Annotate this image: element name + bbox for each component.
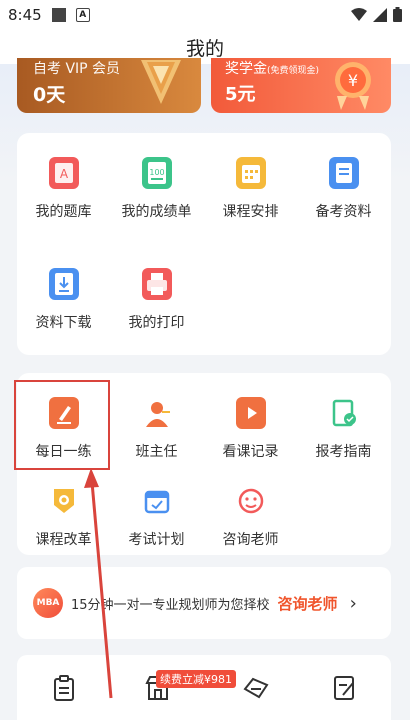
yen-medal-icon: ¥ <box>335 62 371 110</box>
score-report-icon: 100 <box>141 157 172 189</box>
question-bank-icon: A <box>48 157 79 189</box>
grid-item-exam-guide[interactable]: 报考指南 <box>297 397 390 461</box>
page-title: 我的 <box>185 37 224 60</box>
grid-label: 看课记录 <box>222 444 279 460</box>
exam-guide-icon <box>329 397 359 429</box>
grid-item-daily-practice[interactable]: 每日一练 <box>17 397 110 461</box>
exam-plan-icon <box>142 485 172 517</box>
signal-icon <box>373 7 387 22</box>
wifi-icon <box>351 7 367 21</box>
grid-label: 我的成绩单 <box>121 204 192 220</box>
grid-item-course-schedule[interactable]: 课程安排 <box>204 157 297 221</box>
grid-label: 我的打印 <box>128 315 185 331</box>
clipboard-icon[interactable] <box>53 675 75 701</box>
consult-banner[interactable]: MBA 15分钟一对一专业规划师为您择校 咨询老师 › <box>17 567 391 639</box>
grid-item-class-teacher[interactable]: 班主任 <box>110 397 203 461</box>
daily-practice-icon <box>48 397 79 429</box>
class-teacher-icon <box>142 397 172 429</box>
grid-item-my-print[interactable]: 我的打印 <box>110 268 203 332</box>
vip-card-value: 0天 <box>33 84 66 106</box>
grid-item-consult-teacher[interactable]: 咨询老师 <box>204 485 297 549</box>
consult-teacher-link[interactable]: 咨询老师 <box>278 593 338 614</box>
scholarship-value: 5元 <box>225 84 256 105</box>
banner-text: 15分钟一对一专业规划师为您择校 <box>71 597 270 613</box>
grid-item-course-reform[interactable]: 课程改革 <box>17 485 110 549</box>
vip-card-title: 自考 VIP 会员 <box>33 61 121 77</box>
scholarship-title: 奖学金(免费领现金) <box>225 58 319 78</box>
calendar-icon <box>235 157 266 189</box>
grid-item-watch-record[interactable]: 看课记录 <box>204 397 297 461</box>
scholarship-card[interactable]: 奖学金(免费领现金) 5元 ¥ <box>211 58 391 113</box>
grid-label: 考试计划 <box>128 532 185 548</box>
grid-label: 备考资料 <box>315 204 372 220</box>
scholarship-title-text: 奖学金 <box>225 61 267 77</box>
status-bar: 8:45 A <box>0 0 410 30</box>
svg-text:100: 100 <box>149 168 164 177</box>
course-reform-icon <box>49 485 79 517</box>
battery-icon <box>393 7 402 22</box>
grid-label: 课程改革 <box>35 532 92 548</box>
grid-label: 班主任 <box>135 444 178 460</box>
grid-item-exam-plan[interactable]: 考试计划 <box>110 485 203 549</box>
notification-square-icon <box>51 8 66 22</box>
notification-a-icon: A <box>75 8 90 22</box>
ticket-icon[interactable] <box>243 675 269 701</box>
consult-teacher-icon <box>236 485 266 517</box>
chevron-right-icon: › <box>349 592 357 614</box>
grid-label: 资料下载 <box>35 315 92 331</box>
renewal-promo-badge: 续费立减¥981 <box>156 670 236 688</box>
diamond-icon <box>141 60 181 104</box>
scholarship-note: (免费领现金) <box>267 66 320 76</box>
grid-label: 咨询老师 <box>222 532 279 548</box>
my-services-panel: A 我的题库 100 我的成绩单 课程安排 备考资料 资料下载 我的打印 <box>17 133 391 355</box>
grid-item-score-report[interactable]: 100 我的成绩单 <box>110 157 203 221</box>
grid-item-study-materials[interactable]: 备考资料 <box>297 157 390 221</box>
video-record-icon <box>235 397 266 429</box>
printer-icon <box>141 268 172 300</box>
grid-item-question-bank[interactable]: A 我的题库 <box>17 157 110 221</box>
download-icon <box>48 268 79 300</box>
vip-membership-card[interactable]: 自考 VIP 会员 0天 <box>17 58 201 113</box>
status-time: 8:45 <box>8 6 42 24</box>
learning-tools-panel: 每日一练 班主任 看课记录 报考指南 课程改革 考试计划 咨询老师 <box>17 373 391 555</box>
document-icon <box>328 157 359 189</box>
svg-text:A: A <box>59 167 68 181</box>
edit-note-icon[interactable] <box>333 675 357 701</box>
grid-label: 课程安排 <box>222 204 279 220</box>
grid-label: 我的题库 <box>35 204 92 220</box>
svg-text:¥: ¥ <box>348 71 358 90</box>
grid-label: 报考指南 <box>315 444 372 460</box>
grid-label: 每日一练 <box>35 444 92 460</box>
grid-item-download[interactable]: 资料下载 <box>17 268 110 332</box>
mba-logo: MBA <box>33 588 63 618</box>
